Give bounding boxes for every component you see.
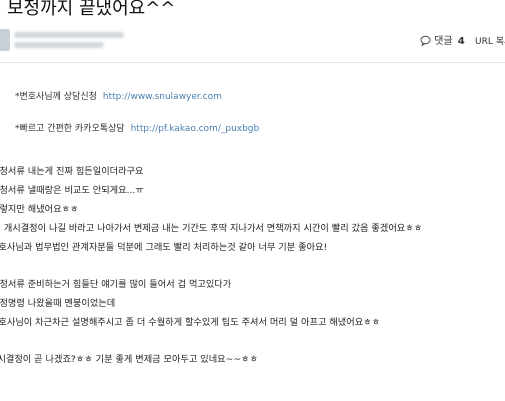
body-line: 그렇지만 해냈어요ㅎㅎ xyxy=(0,204,79,215)
body-line: 신청서류 내는게 진짜 힘든일이더라구요 xyxy=(0,166,144,177)
kakao-link-label: *빠르고 간편한 카카오톡상담 xyxy=(15,124,125,134)
author-avatar[interactable] xyxy=(0,29,10,51)
post-meta-bar: 댓글 4 URL 복사 xyxy=(0,27,505,53)
url-copy-label: URL 복사 xyxy=(475,37,505,47)
consult-link-line: *변호사님께 상담신청 http://www.snulawyer.com xyxy=(15,91,222,103)
body-line: 보정명령 나왔을때 멘붕이었는데 xyxy=(0,298,116,309)
comment-count: 4 xyxy=(457,36,465,47)
body-line: 신청서류 낼때랑은 비교도 안되게요...ㅠ xyxy=(0,185,144,196)
kakao-link[interactable]: http://pf.kakao.com/_puxbgb xyxy=(131,124,260,134)
post-date-blurred xyxy=(14,42,104,48)
author-name-blurred[interactable] xyxy=(14,32,124,38)
post-title-text: 보정까지 끝냈어요^^ xyxy=(7,0,176,19)
body-line: 변호사님이 차근차근 설명해주시고 좀 더 수월하게 할수있게 팁도 주셔서 머… xyxy=(0,317,381,328)
body-line: 보정서류 준비하는거 힘들단 얘기를 많이 들어서 겁 먹고있다가 xyxy=(0,279,232,290)
body-line: 이제 개시결정이 나길 바라고 나아가서 변제금 내는 기간도 후딱 지나가서 … xyxy=(0,223,423,234)
kakao-link-line: *빠르고 간편한 카카오톡상담 http://pf.kakao.com/_puxb… xyxy=(15,123,259,135)
comment-icon xyxy=(420,35,434,47)
body-line: 개시결정이 곧 나겠죠?ㅎㅎ 기분 좋게 변제금 모아두고 있네요~~ㅎㅎ xyxy=(0,354,258,365)
header-divider xyxy=(0,62,505,63)
comment-button[interactable]: 댓글 4 xyxy=(420,35,465,49)
blog-post-page: 보정까지 끝냈어요^^ 댓글 4 URL 복사 *변호사님께 상담신청 http:… xyxy=(0,0,505,401)
body-line: 변호사님과 법무법인 관계자분들 덕분에 그래도 빨리 처리하는것 같아 너무 … xyxy=(0,242,328,253)
comment-label: 댓글 xyxy=(434,36,453,47)
consult-link-label: *변호사님께 상담신청 xyxy=(15,92,97,102)
post-title: 보정까지 끝냈어요^^ xyxy=(0,0,505,24)
consult-link[interactable]: http://www.snulawyer.com xyxy=(103,92,222,102)
url-copy-button[interactable]: URL 복사 xyxy=(475,35,505,49)
